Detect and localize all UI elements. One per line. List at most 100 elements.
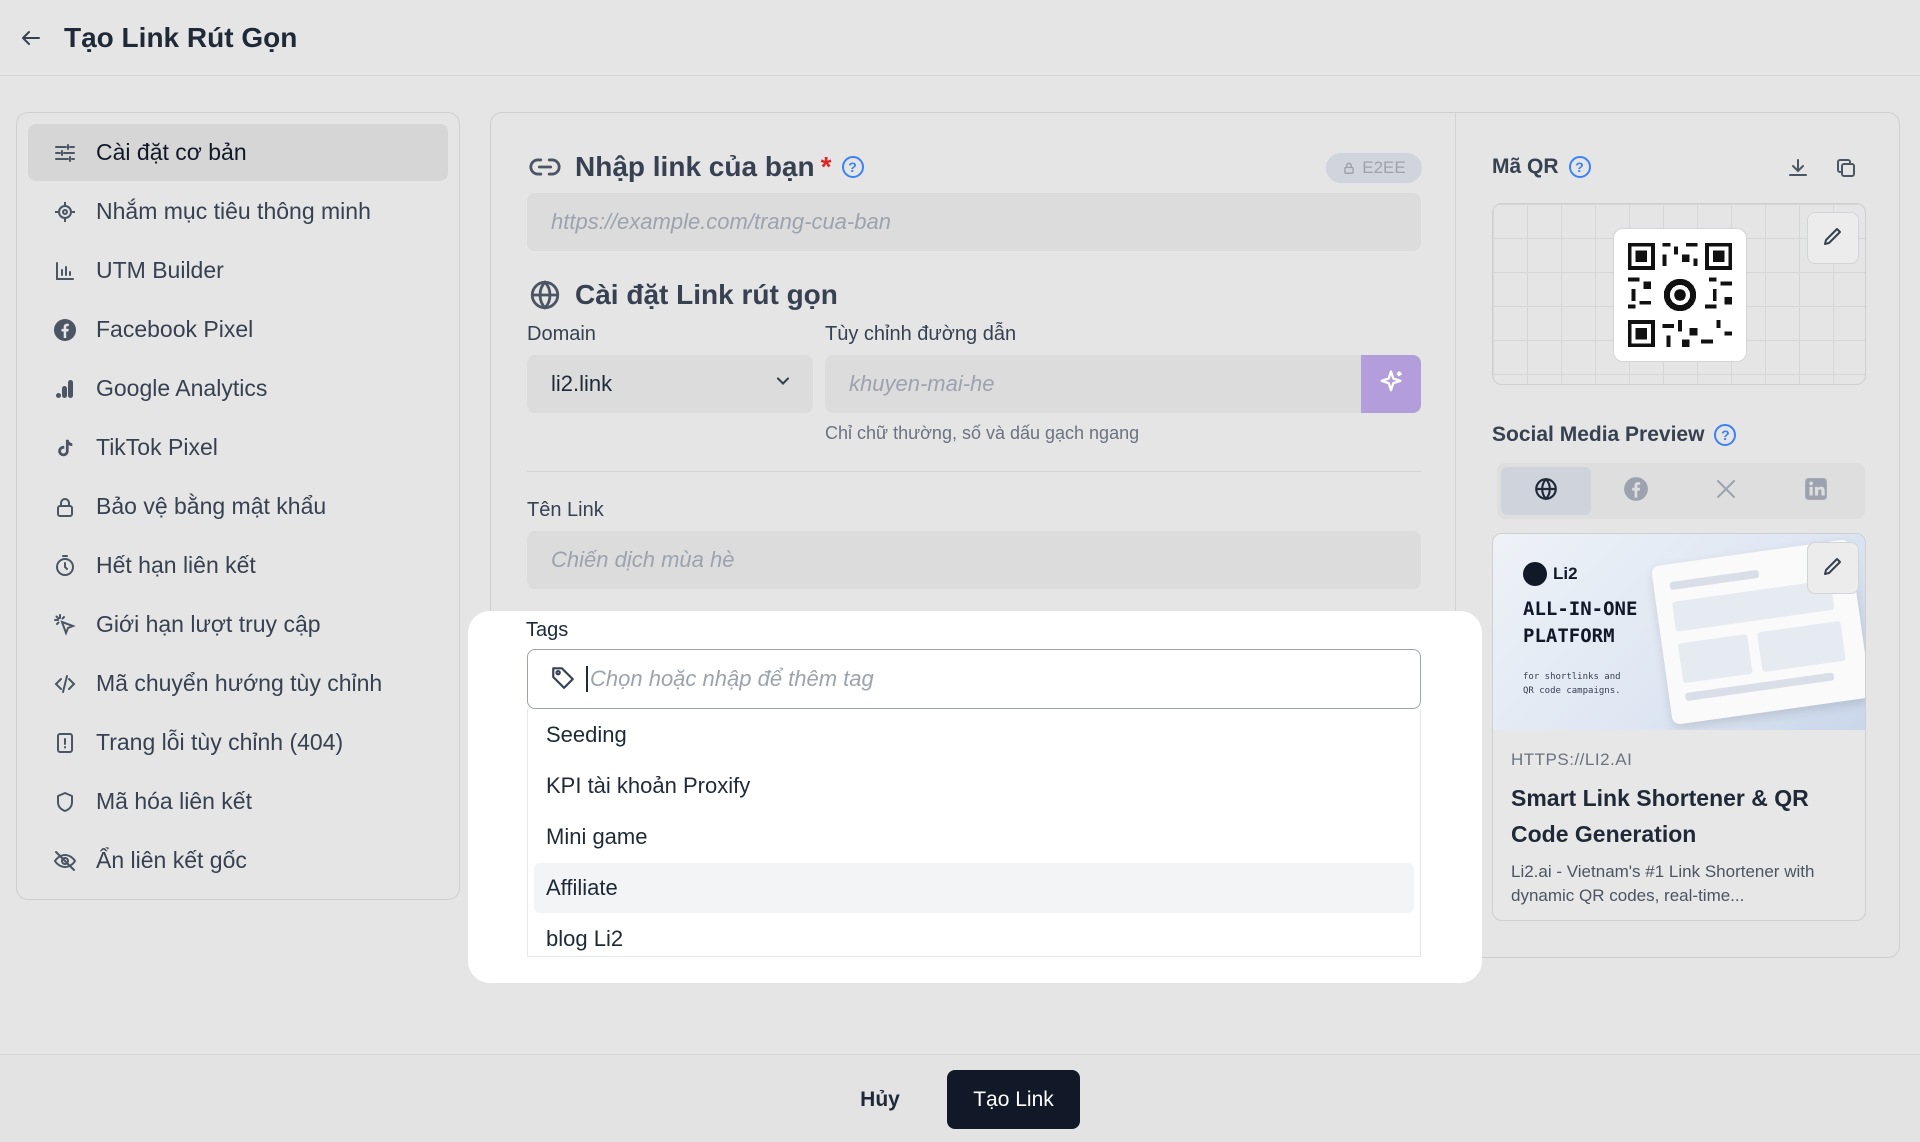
sidebar-item-tiktok-pixel[interactable]: TikTok Pixel (28, 419, 448, 476)
tiktok-icon (52, 435, 78, 461)
domain-value: li2.link (551, 371, 613, 396)
sidebar-item-label: Hết hạn liên kết (96, 552, 256, 578)
tag-option[interactable]: KPI tài khoản Proxify (534, 761, 1414, 811)
help-icon[interactable]: ? (1714, 424, 1737, 446)
alert-file-icon (52, 730, 78, 756)
lock-icon (52, 494, 78, 520)
timer-icon (52, 553, 78, 579)
social-preview-title: Social Media Preview (1492, 423, 1705, 446)
sidebar-item-utm-builder[interactable]: UTM Builder (28, 242, 448, 299)
tab-linkedin[interactable] (1771, 467, 1861, 515)
social-tabs (1497, 463, 1865, 519)
sidebar-item-label: TikTok Pixel (96, 434, 218, 460)
sidebar-item-label: Ẩn liên kết gốc (96, 847, 247, 873)
tags-input[interactable]: Chọn hoặc nhập để thêm tag (527, 649, 1421, 709)
settings-sidebar: Cài đặt cơ bản Nhắm mục tiêu thông minh … (16, 112, 460, 900)
qr-preview (1492, 203, 1866, 385)
tag-option[interactable]: Mini game (534, 812, 1414, 862)
create-link-button[interactable]: Tạo Link (947, 1070, 1080, 1129)
sidebar-item-custom-redirect[interactable]: Mã chuyển hướng tùy chỉnh (28, 655, 448, 712)
tab-facebook[interactable] (1591, 467, 1681, 515)
preview-subline: for shortlinks and QR code campaigns. (1523, 672, 1621, 696)
link-section-heading: Nhập link của bạn * ? (527, 149, 864, 185)
sidebar-item-click-limit[interactable]: Giới hạn lượt truy cập (28, 596, 448, 653)
sidebar-item-facebook-pixel[interactable]: Facebook Pixel (28, 301, 448, 358)
tag-option[interactable]: blog Li2 (534, 914, 1414, 956)
sidebar-item-label: Mã hóa liên kết (96, 788, 252, 814)
sidebar-item-label: Cài đặt cơ bản (96, 139, 247, 165)
footer-bar: Hủy Tạo Link (0, 1054, 1920, 1142)
sidebar-item-label: Nhắm mục tiêu thông minh (96, 198, 371, 224)
chevron-down-icon (773, 371, 793, 397)
tag-option[interactable]: Affiliate (534, 863, 1414, 913)
sidebar-item-label: Giới hạn lượt truy cập (96, 611, 321, 637)
help-icon[interactable]: ? (1568, 156, 1591, 178)
path-hint: Chỉ chữ thường, số và dấu gạch ngang (825, 423, 1140, 443)
link-name-input[interactable]: Chiến dịch mùa hè (527, 531, 1421, 589)
preview-description: Li2.ai - Vietnam's #1 Link Shortener wit… (1511, 862, 1815, 905)
facebook-icon (1623, 476, 1649, 507)
generate-path-button[interactable] (1361, 355, 1421, 413)
help-icon[interactable]: ? (841, 156, 864, 178)
qr-code (1613, 228, 1747, 362)
sparkle-icon (1377, 368, 1405, 401)
download-icon[interactable] (1783, 153, 1813, 183)
brand-logo-icon (1523, 562, 1547, 586)
path-placeholder: khuyen-mai-he (849, 371, 995, 396)
target-icon (52, 199, 78, 225)
link-icon (527, 149, 563, 185)
globe-icon (527, 277, 563, 313)
facebook-icon (52, 317, 78, 343)
pencil-icon (1821, 224, 1845, 253)
sidebar-item-google-analytics[interactable]: Google Analytics (28, 360, 448, 417)
e2ee-badge[interactable]: E2EE (1326, 153, 1422, 183)
preview-headline: ALL-IN-ONE PLATFORM (1523, 598, 1638, 647)
sidebar-item-expiration[interactable]: Hết hạn liên kết (28, 537, 448, 594)
analytics-icon (52, 376, 78, 402)
page-title: Tạo Link Rút Gọn (64, 21, 298, 53)
tab-x[interactable] (1681, 467, 1771, 515)
sidebar-item-encryption[interactable]: Mã hóa liên kết (28, 773, 448, 830)
domain-select[interactable]: li2.link (527, 355, 813, 413)
sidebar-item-label: Trang lỗi tùy chỉnh (404) (96, 729, 344, 755)
required-mark: * (820, 151, 832, 182)
pencil-icon (1821, 554, 1845, 583)
short-link-heading: Cài đặt Link rút gọn (527, 277, 838, 313)
edit-preview-button[interactable] (1807, 542, 1859, 594)
sidebar-item-label: Google Analytics (96, 375, 268, 401)
domain-label: Domain (527, 323, 596, 345)
cancel-button[interactable]: Hủy (840, 1071, 920, 1129)
link-name-placeholder: Chiến dịch mùa hè (551, 547, 735, 572)
tag-option[interactable]: Seeding (534, 710, 1414, 760)
qr-title: Mã QR (1492, 155, 1559, 178)
tag-icon (550, 664, 576, 695)
x-icon (1714, 477, 1738, 506)
sidebar-item-smart-targeting[interactable]: Nhắm mục tiêu thông minh (28, 183, 448, 240)
section-divider (527, 471, 1421, 472)
preview-title: Smart Link Shortener & QR Code Generatio… (1511, 785, 1809, 847)
sidebar-item-label: UTM Builder (96, 257, 224, 283)
sidebar-item-password[interactable]: Bảo vệ bằng mật khẩu (28, 478, 448, 535)
copy-icon[interactable] (1831, 153, 1861, 183)
shield-icon (52, 789, 78, 815)
linkedin-icon (1803, 476, 1829, 507)
globe-icon (1533, 476, 1559, 507)
tab-web[interactable] (1501, 467, 1591, 515)
path-label: Tùy chỉnh đường dẫn (825, 323, 1017, 345)
url-placeholder: https://example.com/trang-cua-ban (551, 209, 891, 234)
qr-heading: Mã QR ? (1492, 155, 1591, 179)
edit-qr-button[interactable] (1807, 212, 1859, 264)
link-name-label: Tên Link (527, 499, 604, 521)
sidebar-item-basic-settings[interactable]: Cài đặt cơ bản (28, 124, 448, 181)
sidebar-item-custom-404[interactable]: Trang lỗi tùy chỉnh (404) (28, 714, 448, 771)
sidebar-item-hide-original[interactable]: Ẩn liên kết gốc (28, 832, 448, 889)
sliders-icon (52, 140, 78, 166)
back-arrow-icon[interactable] (18, 25, 44, 51)
url-input[interactable]: https://example.com/trang-cua-ban (527, 193, 1421, 251)
sidebar-item-label: Facebook Pixel (96, 316, 254, 342)
tags-dropdown: Seeding KPI tài khoản Proxify Mini game … (527, 709, 1421, 957)
tags-label: Tags (526, 619, 569, 641)
link-section-title: Nhập link của bạn (575, 151, 815, 182)
path-input[interactable]: khuyen-mai-he (825, 355, 1361, 413)
preview-brand: Li2 (1523, 562, 1578, 586)
